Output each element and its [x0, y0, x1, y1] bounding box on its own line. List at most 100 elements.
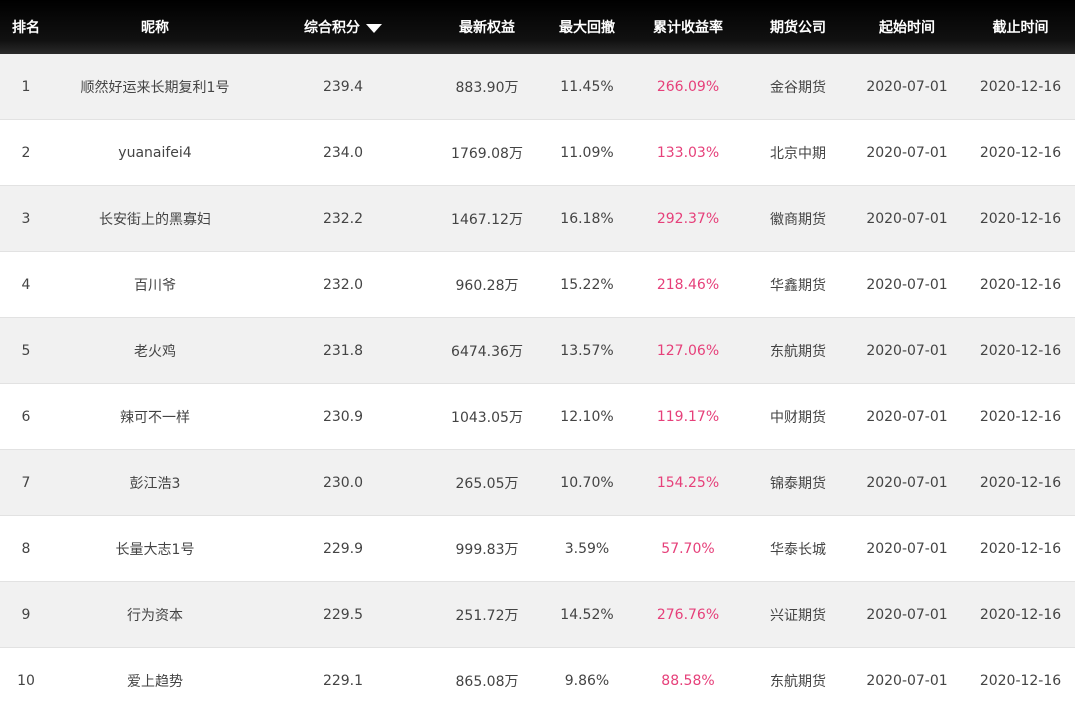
- end-date-cell: 2020-12-16: [979, 210, 1062, 227]
- company-cell: 徽商期货: [770, 211, 826, 228]
- return-cell: 127.06%: [656, 342, 720, 359]
- start-date-cell: 2020-07-01: [866, 540, 948, 557]
- table-row: 1 顺然好运来长期复利1号 239.4 883.90万 11.45% 266.09% 金谷期…: [0, 54, 1075, 120]
- rank-cell: 5: [21, 342, 31, 359]
- start-date-cell: 2020-07-01: [866, 606, 948, 623]
- end-date-cell: 2020-12-16: [979, 408, 1062, 425]
- return-cell: 57.70%: [661, 540, 715, 557]
- drawdown-cell: 11.45%: [560, 78, 614, 95]
- name-cell: 行为资本: [127, 607, 183, 624]
- drawdown-cell: 11.09%: [560, 144, 614, 161]
- return-cell: 88.58%: [661, 672, 715, 689]
- rank-cell: 1: [21, 78, 31, 95]
- start-date-cell: 2020-07-01: [866, 276, 948, 293]
- table-row: 2 yuanaifei4 234.0 1769.08万 11.09% 133.03% 北京中…: [0, 120, 1075, 186]
- drawdown-cell: 16.18%: [560, 210, 614, 227]
- equity-cell: 1467.12万: [451, 211, 523, 228]
- return-cell: 276.76%: [656, 606, 720, 623]
- end-date-cell: 2020-12-16: [979, 78, 1062, 95]
- header-score-sortable[interactable]: 综合积分: [258, 17, 428, 37]
- end-date-cell: 2020-12-16: [979, 342, 1062, 359]
- caret-down-icon[interactable]: [366, 23, 382, 33]
- equity-cell: 1043.05万: [451, 409, 523, 426]
- end-date-cell: 2020-12-16: [979, 276, 1062, 293]
- name-cell: yuanaifei4: [118, 144, 192, 161]
- company-cell: 锦泰期货: [770, 475, 826, 492]
- start-date-cell: 2020-07-01: [866, 342, 948, 359]
- start-date-cell: 2020-07-01: [866, 408, 948, 425]
- equity-cell: 999.83万: [455, 541, 519, 558]
- score-cell: 234.0: [322, 144, 364, 161]
- score-cell: 232.0: [322, 276, 364, 293]
- start-date-cell: 2020-07-01: [866, 78, 948, 95]
- return-cell: 119.17%: [656, 408, 720, 425]
- score-cell: 232.2: [322, 210, 364, 227]
- drawdown-cell: 3.59%: [564, 540, 610, 557]
- drawdown-cell: 13.57%: [560, 342, 614, 359]
- start-date-cell: 2020-07-01: [866, 672, 948, 689]
- start-date-cell: 2020-07-01: [866, 474, 948, 491]
- return-cell: 292.37%: [656, 210, 720, 227]
- rank-cell: 7: [21, 474, 31, 491]
- score-cell: 231.8: [322, 342, 364, 359]
- name-cell: 爱上趋势: [127, 673, 183, 690]
- return-cell: 154.25%: [656, 474, 720, 491]
- table-row: 10 爱上趋势 229.1 865.08万 9.86% 88.58% 东航期货 2020-07…: [0, 648, 1075, 713]
- return-cell: 133.03%: [656, 144, 720, 161]
- table-row: 3 长安街上的黑寡妇 232.2 1467.12万 16.18% 292.37% 徽商期货 2…: [0, 186, 1075, 252]
- company-cell: 华泰长城: [770, 541, 826, 558]
- end-date-cell: 2020-12-16: [979, 540, 1062, 557]
- equity-cell: 883.90万: [455, 79, 519, 96]
- rank-cell: 2: [21, 144, 31, 161]
- header-equity: 最新权益: [459, 20, 515, 36]
- drawdown-cell: 9.86%: [564, 672, 610, 689]
- drawdown-cell: 15.22%: [560, 276, 614, 293]
- header-drawdown: 最大回撤: [559, 20, 615, 36]
- name-cell: 老火鸡: [134, 343, 176, 360]
- equity-cell: 6474.36万: [451, 343, 523, 360]
- equity-cell: 865.08万: [455, 673, 519, 690]
- name-cell: 百川爷: [134, 277, 176, 294]
- header-score-label: 综合积分: [304, 20, 360, 36]
- end-date-cell: 2020-12-16: [979, 474, 1062, 491]
- rank-cell: 4: [21, 276, 31, 293]
- rank-cell: 3: [21, 210, 31, 227]
- company-cell: 北京中期: [770, 145, 826, 162]
- equity-cell: 251.72万: [455, 607, 519, 624]
- rank-cell: 9: [21, 606, 31, 623]
- company-cell: 东航期货: [770, 673, 826, 690]
- ranking-table: 排名 昵称 综合积分 最新权益 最大回撤 累计收益率 期货公司 起始时间 截止时…: [0, 0, 1075, 713]
- drawdown-cell: 14.52%: [560, 606, 614, 623]
- return-cell: 218.46%: [656, 276, 720, 293]
- header-start: 起始时间: [879, 20, 935, 36]
- equity-cell: 1769.08万: [451, 145, 523, 162]
- table-row: 8 长量大志1号 229.9 999.83万 3.59% 57.70% 华泰长城 2020-0…: [0, 516, 1075, 582]
- rank-cell: 8: [21, 540, 31, 557]
- score-cell: 229.9: [322, 540, 364, 557]
- company-cell: 金谷期货: [770, 79, 826, 96]
- equity-cell: 265.05万: [455, 475, 519, 492]
- header-company: 期货公司: [770, 20, 826, 36]
- header-rank: 排名: [12, 20, 40, 36]
- drawdown-cell: 12.10%: [560, 408, 614, 425]
- table-header: 排名 昵称 综合积分 最新权益 最大回撤 累计收益率 期货公司 起始时间 截止时…: [0, 0, 1075, 54]
- return-cell: 266.09%: [656, 78, 720, 95]
- score-cell: 229.1: [322, 672, 364, 689]
- name-cell: 辣可不一样: [120, 409, 190, 426]
- start-date-cell: 2020-07-01: [866, 144, 948, 161]
- name-cell: 长安街上的黑寡妇: [99, 211, 211, 228]
- company-cell: 中财期货: [770, 409, 826, 426]
- header-end: 截止时间: [992, 20, 1049, 36]
- score-cell: 239.4: [322, 78, 364, 95]
- score-cell: 230.0: [322, 474, 364, 491]
- header-return: 累计收益率: [653, 20, 723, 36]
- company-cell: 华鑫期货: [770, 277, 826, 294]
- start-date-cell: 2020-07-01: [866, 210, 948, 227]
- end-date-cell: 2020-12-16: [979, 144, 1062, 161]
- table-row: 7 彭江浩3 230.0 265.05万 10.70% 154.25% 锦泰期货 2020-0…: [0, 450, 1075, 516]
- table-row: 4 百川爷 232.0 960.28万 15.22% 218.46% 华鑫期货 2020-07…: [0, 252, 1075, 318]
- rank-cell: 10: [17, 672, 35, 689]
- end-date-cell: 2020-12-16: [979, 606, 1062, 623]
- name-cell: 顺然好运来长期复利1号: [80, 79, 230, 96]
- table-row: 5 老火鸡 231.8 6474.36万 13.57% 127.06% 东航期货 2020-0…: [0, 318, 1075, 384]
